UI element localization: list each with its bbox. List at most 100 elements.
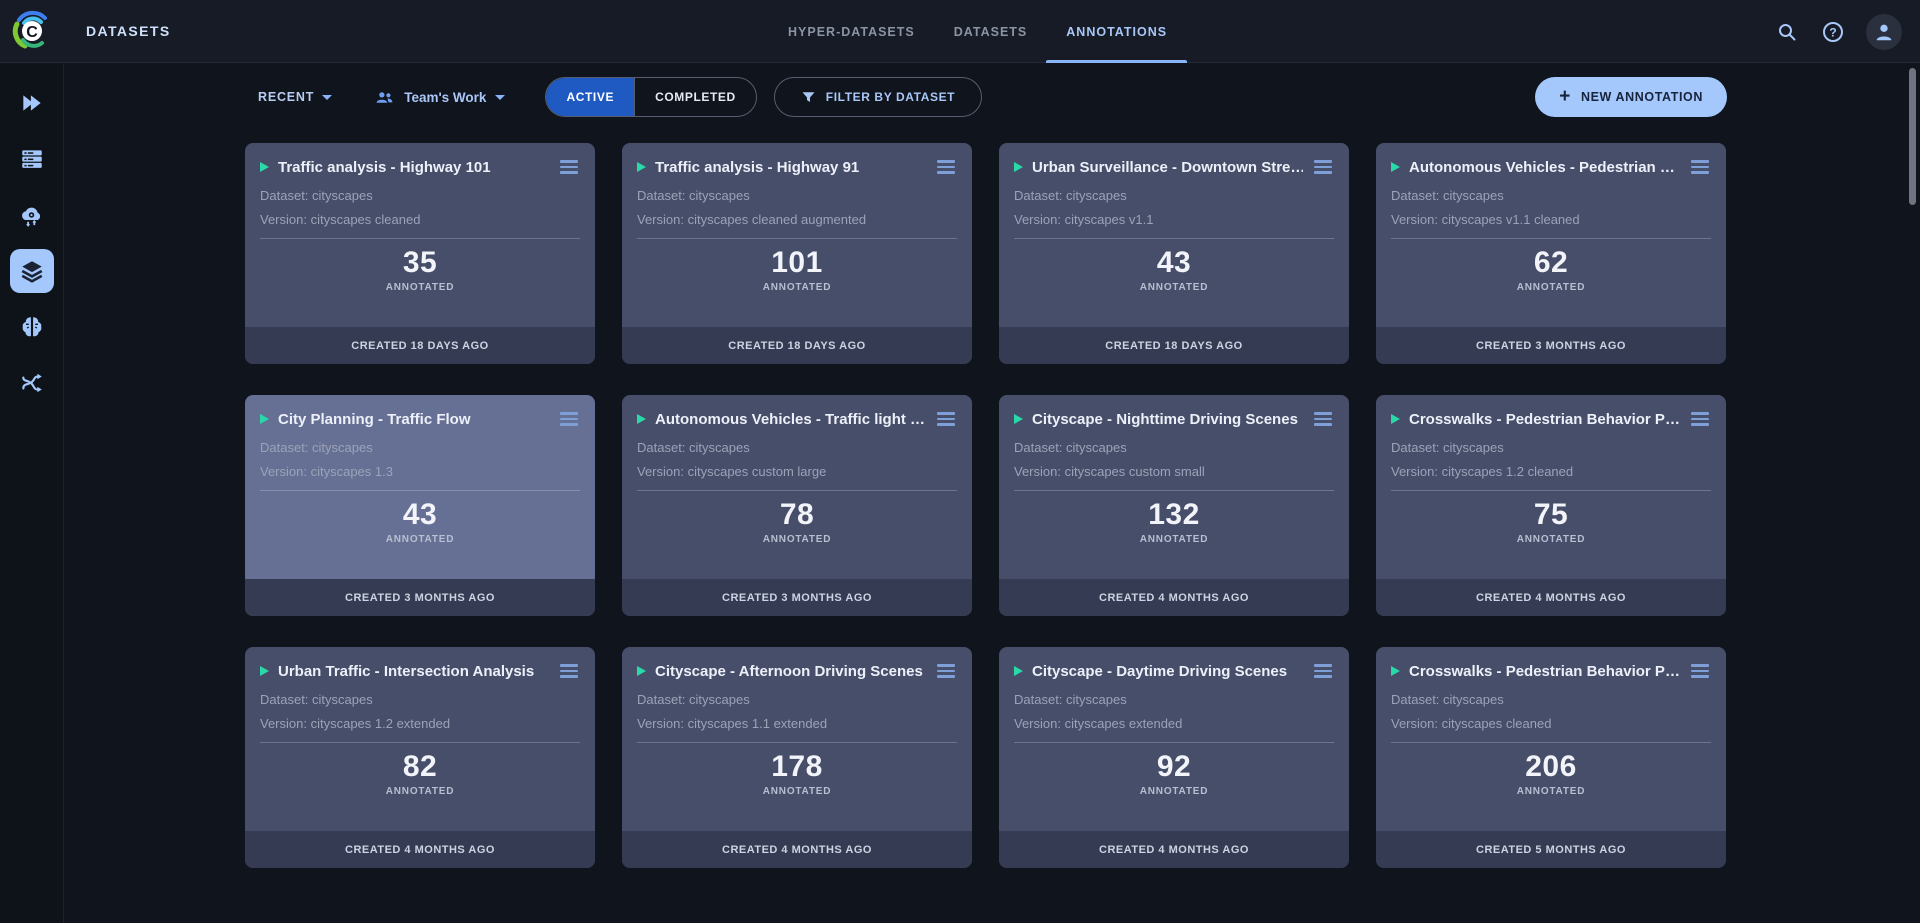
- app-logo[interactable]: C: [0, 10, 64, 52]
- annotation-card[interactable]: Cityscape - Daytime Driving Scenes Datas…: [999, 647, 1349, 868]
- filter-bar: RECENT Team's Work ACTIVE COMPLETED: [245, 76, 1727, 118]
- card-menu-icon[interactable]: [558, 660, 580, 682]
- annotated-label: ANNOTATED: [622, 786, 972, 797]
- filter-by-dataset-button[interactable]: FILTER BY DATASET: [774, 77, 982, 117]
- card-head: Cityscape - Nighttime Driving Scenes Dat…: [999, 395, 1349, 491]
- card-stats: 206 ANNOTATED: [1376, 750, 1726, 797]
- play-icon: [260, 414, 269, 424]
- annotated-count: 43: [999, 246, 1349, 280]
- card-head: Autonomous Vehicles - Traffic light … Da…: [622, 395, 972, 491]
- annotation-card[interactable]: Cityscape - Afternoon Driving Scenes Dat…: [622, 647, 972, 868]
- annotation-card[interactable]: Traffic analysis - Highway 101 Dataset: …: [245, 143, 595, 364]
- card-stats: 43 ANNOTATED: [999, 246, 1349, 293]
- sidebar-item-pipelines[interactable]: [4, 355, 60, 411]
- annotated-count: 75: [1376, 498, 1726, 532]
- annotated-label: ANNOTATED: [1376, 786, 1726, 797]
- new-annotation-button[interactable]: + NEW ANNOTATION: [1535, 77, 1727, 117]
- header-actions: ?: [1774, 0, 1902, 63]
- created-badge: CREATED 4 MONTHS AGO: [999, 831, 1349, 868]
- person-icon: [1873, 21, 1895, 43]
- card-stats: 132 ANNOTATED: [999, 498, 1349, 545]
- scope-dropdown[interactable]: Team's Work: [374, 87, 505, 108]
- server-icon: [19, 146, 45, 172]
- annotated-count: 35: [245, 246, 595, 280]
- tab-annotations[interactable]: ANNOTATIONS: [1066, 0, 1167, 63]
- annotation-cards-grid: Traffic analysis - Highway 101 Dataset: …: [245, 143, 1727, 898]
- card-head: Crosswalks - Pedestrian Behavior P… Data…: [1376, 395, 1726, 491]
- annotation-card[interactable]: Crosswalks - Pedestrian Behavior P… Data…: [1376, 647, 1726, 868]
- clearml-logo-icon: C: [11, 10, 53, 52]
- new-annotation-label: NEW ANNOTATION: [1581, 90, 1703, 104]
- annotation-card[interactable]: City Planning - Traffic Flow Dataset: ci…: [245, 395, 595, 616]
- dataset-label: Dataset: cityscapes: [260, 188, 580, 203]
- card-menu-icon[interactable]: [1312, 156, 1334, 178]
- annotation-title: Cityscape - Daytime Driving Scenes: [1032, 663, 1303, 680]
- version-label: Version: cityscapes cleaned augmented: [637, 212, 957, 227]
- help-icon[interactable]: ?: [1820, 19, 1846, 45]
- version-label: Version: cityscapes custom small: [1014, 464, 1334, 479]
- funnel-icon: [801, 90, 816, 105]
- created-badge: CREATED 18 DAYS AGO: [245, 327, 595, 364]
- annotated-count: 101: [622, 246, 972, 280]
- dataset-label: Dataset: cityscapes: [1014, 440, 1334, 455]
- toggle-active[interactable]: ACTIVE: [546, 78, 634, 116]
- toggle-completed[interactable]: COMPLETED: [634, 78, 756, 116]
- created-badge: CREATED 4 MONTHS AGO: [999, 579, 1349, 616]
- annotated-label: ANNOTATED: [999, 282, 1349, 293]
- sidebar-item-workers-queues[interactable]: [4, 131, 60, 187]
- annotation-card[interactable]: Traffic analysis - Highway 91 Dataset: c…: [622, 143, 972, 364]
- annotation-title: Urban Surveillance - Downtown Stre…: [1032, 159, 1303, 176]
- card-stats: 78 ANNOTATED: [622, 498, 972, 545]
- annotation-card[interactable]: Autonomous Vehicles - Pedestrian … Datas…: [1376, 143, 1726, 364]
- search-icon[interactable]: [1774, 19, 1800, 45]
- created-badge: CREATED 18 DAYS AGO: [999, 327, 1349, 364]
- tab-datasets[interactable]: DATASETS: [954, 0, 1028, 63]
- card-head: Traffic analysis - Highway 91 Dataset: c…: [622, 143, 972, 239]
- card-menu-icon[interactable]: [1312, 408, 1334, 430]
- card-menu-icon[interactable]: [1689, 408, 1711, 430]
- version-label: Version: cityscapes cleaned: [1391, 716, 1711, 731]
- annotation-card[interactable]: Urban Traffic - Intersection Analysis Da…: [245, 647, 595, 868]
- card-menu-icon[interactable]: [1689, 156, 1711, 178]
- annotated-count: 43: [245, 498, 595, 532]
- sidebar-item-models[interactable]: [4, 299, 60, 355]
- card-menu-icon[interactable]: [935, 408, 957, 430]
- card-menu-icon[interactable]: [558, 156, 580, 178]
- version-label: Version: cityscapes custom large: [637, 464, 957, 479]
- created-badge: CREATED 3 MONTHS AGO: [622, 579, 972, 616]
- card-menu-icon[interactable]: [1689, 660, 1711, 682]
- left-sidebar: [0, 64, 64, 923]
- version-label: Version: cityscapes 1.2 extended: [260, 716, 580, 731]
- card-divider: [260, 742, 580, 743]
- card-divider: [1391, 742, 1711, 743]
- annotation-card[interactable]: Autonomous Vehicles - Traffic light … Da…: [622, 395, 972, 616]
- card-menu-icon[interactable]: [1312, 660, 1334, 682]
- annotation-card[interactable]: Urban Surveillance - Downtown Stre… Data…: [999, 143, 1349, 364]
- sort-dropdown[interactable]: RECENT: [258, 90, 332, 104]
- annotated-count: 82: [245, 750, 595, 784]
- vertical-scrollbar-thumb[interactable]: [1909, 68, 1916, 205]
- annotation-card[interactable]: Cityscape - Nighttime Driving Scenes Dat…: [999, 395, 1349, 616]
- cloud-gear-icon: [18, 202, 45, 229]
- card-menu-icon[interactable]: [558, 408, 580, 430]
- fast-forward-icon: [19, 90, 45, 116]
- svg-text:?: ?: [1829, 25, 1836, 39]
- card-menu-icon[interactable]: [935, 156, 957, 178]
- user-avatar[interactable]: [1866, 14, 1902, 50]
- sidebar-item-applications[interactable]: [4, 187, 60, 243]
- card-head: Urban Traffic - Intersection Analysis Da…: [245, 647, 595, 743]
- card-divider: [637, 490, 957, 491]
- dataset-label: Dataset: cityscapes: [637, 440, 957, 455]
- card-menu-icon[interactable]: [935, 660, 957, 682]
- annotated-count: 62: [1376, 246, 1726, 280]
- annotated-count: 178: [622, 750, 972, 784]
- annotated-label: ANNOTATED: [245, 534, 595, 545]
- created-badge: CREATED 18 DAYS AGO: [622, 327, 972, 364]
- sidebar-item-projects[interactable]: [4, 75, 60, 131]
- tab-hyper-datasets[interactable]: HYPER-DATASETS: [788, 0, 915, 63]
- play-icon: [1014, 162, 1023, 172]
- annotation-title: Traffic analysis - Highway 91: [655, 159, 926, 176]
- annotation-card[interactable]: Crosswalks - Pedestrian Behavior P… Data…: [1376, 395, 1726, 616]
- sidebar-item-datasets[interactable]: [4, 243, 60, 299]
- play-icon: [260, 666, 269, 676]
